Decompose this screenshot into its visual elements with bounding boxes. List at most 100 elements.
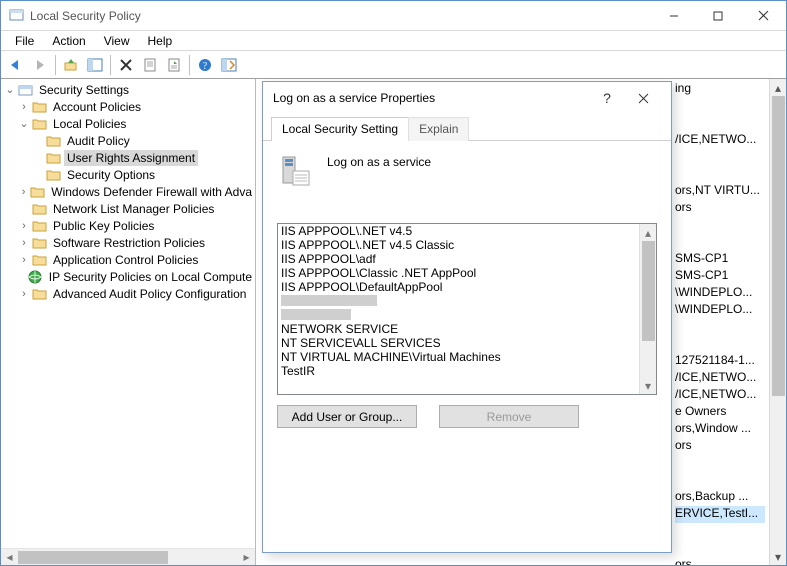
expand-icon[interactable]: › xyxy=(17,101,31,113)
properties-button[interactable] xyxy=(139,54,161,76)
tree-item[interactable]: ›Advanced Audit Policy Configuration xyxy=(3,285,255,302)
menu-help[interactable]: Help xyxy=(140,32,181,50)
list-row-value[interactable]: ERVICE,TestI... xyxy=(675,506,765,523)
expand-icon[interactable]: › xyxy=(17,288,31,300)
tree-item-label: Public Key Policies xyxy=(50,218,157,234)
list-row-value[interactable]: /ICE,NETWO... xyxy=(675,387,765,404)
list-row-value[interactable] xyxy=(675,319,765,336)
up-button[interactable] xyxy=(60,54,82,76)
list-row-value[interactable]: ors xyxy=(675,438,765,455)
folder-icon xyxy=(31,253,47,267)
list-row-value[interactable] xyxy=(675,523,765,540)
forward-button[interactable] xyxy=(29,54,51,76)
list-row-value[interactable]: \WINDEPLO... xyxy=(675,285,765,302)
details-vertical-scrollbar[interactable]: ▴ ▾ xyxy=(769,79,786,565)
listbox-item[interactable]: NT VIRTUAL MACHINE\Virtual Machines xyxy=(281,350,636,364)
listbox-item[interactable] xyxy=(281,294,636,308)
minimize-button[interactable] xyxy=(652,1,696,30)
list-row-value[interactable]: ors xyxy=(675,200,765,217)
tab-local-security-setting[interactable]: Local Security Setting xyxy=(271,117,409,141)
list-row-value[interactable]: 127521184-1... xyxy=(675,353,765,370)
collapse-icon[interactable]: ⌄ xyxy=(3,83,17,96)
tree-item-label: IP Security Policies on Local Compute xyxy=(46,269,255,285)
list-row-value[interactable] xyxy=(675,540,765,557)
tree-item[interactable]: ›Windows Defender Firewall with Adva xyxy=(3,183,255,200)
listbox-item[interactable] xyxy=(281,308,636,322)
tree[interactable]: ⌄Security Settings›Account Policies⌄Loca… xyxy=(1,79,255,548)
list-row-value[interactable] xyxy=(675,115,765,132)
list-row-value[interactable] xyxy=(675,234,765,251)
delete-button[interactable] xyxy=(115,54,137,76)
tree-item[interactable]: ⌄Security Settings xyxy=(3,81,255,98)
add-user-or-group-button[interactable]: Add User or Group... xyxy=(277,405,417,428)
listbox-scrollbar[interactable]: ▴▾ xyxy=(639,224,656,394)
menu-action[interactable]: Action xyxy=(44,32,93,50)
listbox-item[interactable]: NETWORK SERVICE xyxy=(281,322,636,336)
list-row-value[interactable]: ors xyxy=(675,557,765,565)
tree-item[interactable]: IP Security Policies on Local Compute xyxy=(3,268,255,285)
folder-icon xyxy=(31,100,47,114)
maximize-button[interactable] xyxy=(696,1,740,30)
list-row-value[interactable]: ors,Window ... xyxy=(675,421,765,438)
tree-item[interactable]: Network List Manager Policies xyxy=(3,200,255,217)
list-row-value[interactable]: /ICE,NETWO... xyxy=(675,370,765,387)
tree-item[interactable]: ⌄Local Policies xyxy=(3,115,255,132)
remove-button[interactable]: Remove xyxy=(439,405,579,428)
help-button[interactable]: ? xyxy=(194,54,216,76)
listbox-item[interactable]: IIS APPPOOL\.NET v4.5 Classic xyxy=(281,238,636,252)
back-button[interactable] xyxy=(5,54,27,76)
tree-pane: ⌄Security Settings›Account Policies⌄Loca… xyxy=(1,79,256,565)
expand-icon[interactable]: › xyxy=(17,186,30,198)
listbox-item[interactable]: TestIR xyxy=(281,364,636,378)
users-listbox[interactable]: IIS APPPOOL\.NET v4.5IIS APPPOOL\.NET v4… xyxy=(277,223,657,395)
folder-icon xyxy=(45,134,61,148)
tree-item[interactable]: User Rights Assignment xyxy=(3,149,255,166)
folder-icon xyxy=(17,83,33,97)
list-row-value[interactable] xyxy=(675,217,765,234)
list-row-value[interactable]: ors,NT VIRTU... xyxy=(675,183,765,200)
refresh-button[interactable] xyxy=(218,54,240,76)
listbox-item[interactable]: IIS APPPOOL\adf xyxy=(281,252,636,266)
tree-item[interactable]: Audit Policy xyxy=(3,132,255,149)
list-row-value[interactable] xyxy=(675,166,765,183)
expand-icon[interactable]: › xyxy=(17,220,31,232)
tree-item[interactable]: ›Application Control Policies xyxy=(3,251,255,268)
list-row-value[interactable]: SMS-CP1 xyxy=(675,268,765,285)
list-row-value[interactable] xyxy=(675,98,765,115)
folder-icon xyxy=(31,117,47,131)
export-list-button[interactable] xyxy=(163,54,185,76)
menu-file[interactable]: File xyxy=(7,32,42,50)
list-row-value[interactable]: \WINDEPLO... xyxy=(675,302,765,319)
list-row-value[interactable] xyxy=(675,455,765,472)
list-row-value[interactable] xyxy=(675,149,765,166)
tree-horizontal-scrollbar[interactable]: ◂▸ xyxy=(1,548,255,565)
folder-icon xyxy=(45,151,61,165)
list-row-value[interactable]: e Owners xyxy=(675,404,765,421)
tree-item[interactable]: ›Software Restriction Policies xyxy=(3,234,255,251)
list-row-value[interactable]: SMS-CP1 xyxy=(675,251,765,268)
tree-item[interactable]: ›Account Policies xyxy=(3,98,255,115)
tree-item[interactable]: › Public Key Policies xyxy=(3,217,255,234)
listbox-item[interactable]: IIS APPPOOL\Classic .NET AppPool xyxy=(281,266,636,280)
dialog-title: Log on as a service Properties xyxy=(273,91,589,105)
expand-icon[interactable]: › xyxy=(17,254,31,266)
list-row-value[interactable]: ors,Backup ... xyxy=(675,489,765,506)
collapse-icon[interactable]: ⌄ xyxy=(17,117,31,130)
tab-explain[interactable]: Explain xyxy=(408,117,469,141)
list-row-value[interactable] xyxy=(675,336,765,353)
app-window: Local Security Policy File Action View H… xyxy=(0,0,787,566)
close-button[interactable] xyxy=(740,1,786,30)
expand-icon[interactable]: › xyxy=(17,237,31,249)
tree-item[interactable]: Security Options xyxy=(3,166,255,183)
listbox-item[interactable]: IIS APPPOOL\DefaultAppPool xyxy=(281,280,636,294)
column-header[interactable]: ing xyxy=(675,81,765,98)
dialog-help-button[interactable]: ? xyxy=(589,90,625,106)
list-row-value[interactable]: /ICE,NETWO... xyxy=(675,132,765,149)
show-hide-tree-button[interactable] xyxy=(84,54,106,76)
tree-item-label: Audit Policy xyxy=(64,133,133,149)
menu-view[interactable]: View xyxy=(96,32,138,50)
list-row-value[interactable] xyxy=(675,472,765,489)
listbox-item[interactable]: NT SERVICE\ALL SERVICES xyxy=(281,336,636,350)
listbox-item[interactable]: IIS APPPOOL\.NET v4.5 xyxy=(281,224,636,238)
dialog-close-button[interactable] xyxy=(625,93,661,104)
